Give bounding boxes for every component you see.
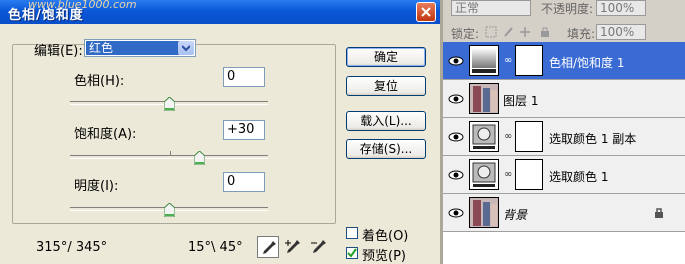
colorize-label: 着色(O) — [362, 229, 409, 244]
eyedropper-subtract-button[interactable] — [308, 236, 330, 258]
eye-icon[interactable] — [447, 130, 465, 144]
layer-name: 图层 1 — [503, 94, 539, 108]
chevron-down-icon[interactable] — [178, 41, 194, 55]
layer-row-selective-color-copy[interactable]: ∞ 选取颜色 1 副本 — [443, 118, 685, 156]
eyedropper-add-button[interactable] — [282, 236, 304, 258]
layer-mask-thumbnail[interactable] — [515, 159, 543, 190]
eye-icon[interactable] — [447, 54, 465, 68]
checkmark-icon — [347, 248, 357, 258]
photo-image-icon — [470, 198, 498, 227]
saturation-slider-thumb[interactable] — [194, 151, 205, 165]
lightness-slider-thumb[interactable] — [164, 203, 175, 217]
layer-row-hue-saturation[interactable]: ∞ 色相/饱和度 1 — [443, 42, 685, 80]
lightness-input[interactable]: 0 — [223, 172, 265, 192]
adjustment-thumbnail — [469, 121, 499, 152]
saturation-center-tick — [170, 151, 171, 156]
eyedropper-minus-icon — [311, 240, 326, 253]
layer-mask-thumbnail[interactable] — [515, 45, 543, 76]
range-left-readout: 315°/ 345° — [36, 240, 108, 255]
close-icon — [421, 7, 431, 17]
load-button[interactable]: 载入(L)... — [346, 111, 426, 131]
blend-mode-dropdown[interactable]: 正常 — [451, 0, 531, 16]
chain-link-icon[interactable]: ∞ — [504, 131, 512, 142]
ok-button[interactable]: 确定 — [346, 47, 426, 67]
preview-checkbox[interactable] — [346, 247, 358, 259]
adjustment-thumbnail — [469, 159, 499, 190]
photo-thumbnail — [469, 83, 499, 114]
selective-color-icon — [472, 124, 496, 149]
layer-list: ∞ 色相/饱和度 1 图层 1 ∞ 选取颜色 1 副本 ∞ 选取颜色 1 背景 — [443, 42, 685, 264]
hue-saturation-dialog: 色相/饱和度 www.blue1000.com 编辑(E): 红色 色相(H):… — [0, 0, 440, 264]
eyedropper-button[interactable] — [257, 236, 279, 258]
eye-icon[interactable] — [447, 168, 465, 182]
selective-color-icon — [472, 162, 496, 187]
layers-panel: 正常 不透明度: 100% 锁定: 填充: 100% ∞ 色相/饱和度 1 图层… — [440, 0, 685, 264]
layer-row-layer-1[interactable]: 图层 1 — [443, 80, 685, 118]
photo-thumbnail — [469, 197, 499, 228]
lightness-label: 明度(I): — [74, 179, 119, 194]
layer-mask-thumbnail[interactable] — [515, 121, 543, 152]
layer-name: 背景 — [503, 208, 528, 222]
edit-label: 编辑(E): — [34, 44, 83, 59]
hue-label: 色相(H): — [74, 74, 125, 89]
adjustment-thumbnail — [469, 45, 499, 76]
reset-button[interactable]: 复位 — [346, 76, 426, 96]
chain-link-icon[interactable]: ∞ — [504, 55, 512, 66]
eye-icon[interactable] — [447, 206, 465, 220]
opacity-label: 不透明度: — [541, 2, 594, 16]
lock-icon — [655, 208, 663, 218]
eyedropper-icon — [263, 241, 276, 254]
edit-dropdown[interactable]: 红色 — [84, 39, 196, 57]
eye-icon[interactable] — [447, 92, 465, 106]
saturation-label: 饱和度(A): — [74, 127, 137, 142]
preview-label: 预览(P) — [362, 249, 406, 264]
hue-input[interactable]: 0 — [223, 67, 265, 87]
opacity-input[interactable]: 100% — [596, 0, 646, 16]
watermark: www.blue1000.com — [28, 0, 137, 11]
layer-name: 选取颜色 1 — [549, 170, 609, 184]
save-button[interactable]: 存储(S)... — [346, 139, 426, 159]
edit-dropdown-value: 红色 — [86, 41, 181, 55]
eyedropper-plus-icon — [285, 240, 300, 253]
saturation-slider-track[interactable] — [70, 155, 268, 159]
layer-row-background[interactable]: 背景 — [443, 194, 685, 232]
range-right-readout: 15°\ 45° — [188, 240, 243, 255]
chain-link-icon[interactable]: ∞ — [504, 169, 512, 180]
layer-name: 色相/饱和度 1 — [549, 56, 625, 70]
layer-name: 选取颜色 1 副本 — [549, 132, 637, 146]
dialog-titlebar[interactable]: 色相/饱和度 www.blue1000.com — [0, 0, 440, 24]
layer-row-selective-color[interactable]: ∞ 选取颜色 1 — [443, 156, 685, 194]
adjust-group — [12, 44, 336, 224]
fill-input[interactable]: 100% — [596, 24, 646, 40]
lock-label: 锁定: — [451, 27, 480, 41]
close-button[interactable] — [416, 2, 436, 22]
hue-saturation-icon — [472, 48, 496, 73]
colorize-checkbox[interactable] — [346, 227, 358, 239]
saturation-input[interactable]: +30 — [223, 120, 265, 140]
fill-label: 填充: — [567, 27, 596, 41]
photo-image-icon — [470, 84, 498, 113]
hue-slider-thumb[interactable] — [164, 97, 175, 111]
lock-icons[interactable] — [485, 26, 555, 38]
